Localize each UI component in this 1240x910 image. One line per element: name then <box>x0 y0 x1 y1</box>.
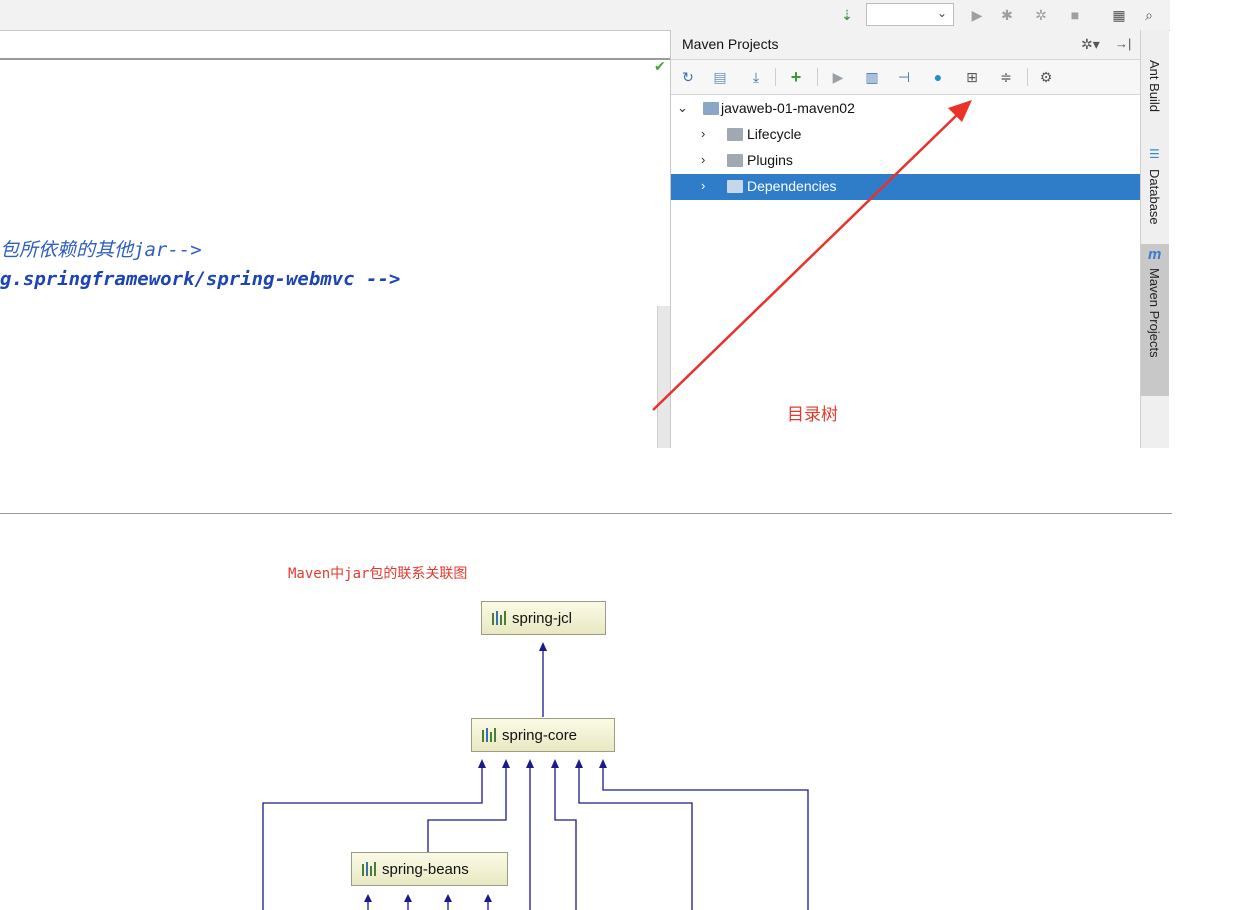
node-spring-beans[interactable]: spring-beans <box>351 852 508 886</box>
node-label: spring-core <box>502 726 578 744</box>
library-icon <box>492 611 508 625</box>
dependency-edges <box>262 642 809 910</box>
node-spring-core[interactable]: spring-core <box>471 718 615 752</box>
library-icon <box>482 728 498 742</box>
node-label: spring-jcl <box>512 609 573 627</box>
library-icon <box>362 862 378 876</box>
node-label: spring-beans <box>382 860 469 878</box>
node-spring-jcl[interactable]: spring-jcl <box>481 601 606 635</box>
